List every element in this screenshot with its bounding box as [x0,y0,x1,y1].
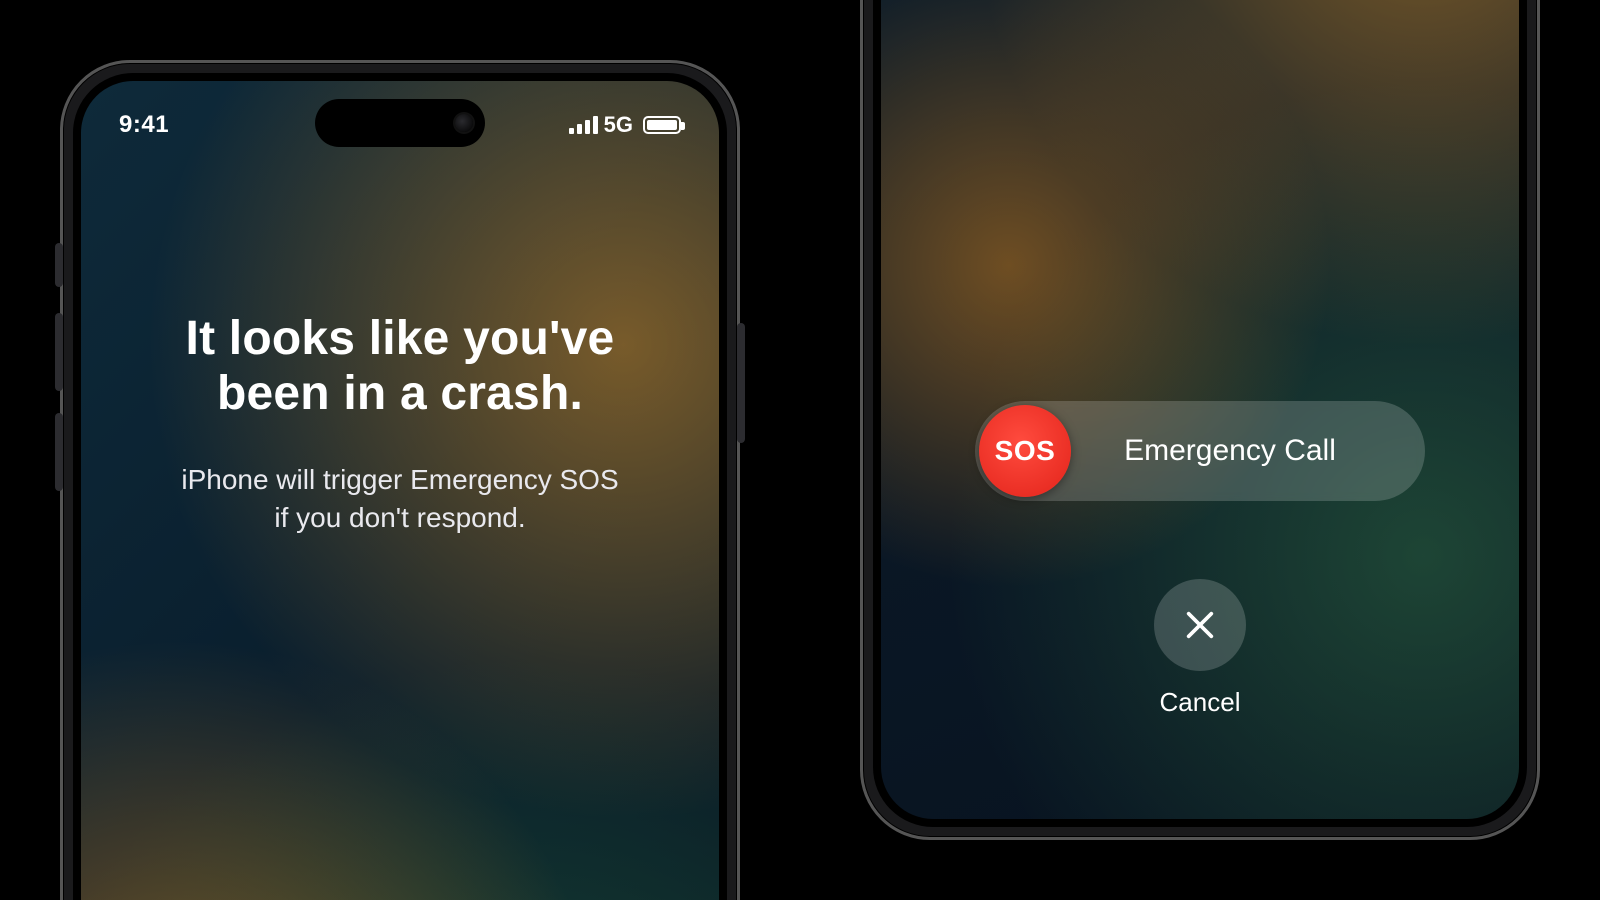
sos-knob-label: SOS [995,435,1056,467]
emergency-call-slider[interactable]: SOS Emergency Call [975,401,1425,501]
cancel-label: Cancel [1160,687,1241,718]
crash-subtext: iPhone will trigger Emergency SOS if you… [81,461,719,537]
battery-full-icon [643,116,681,134]
cancel-button[interactable] [1154,579,1246,671]
sos-knob[interactable]: SOS [979,405,1071,497]
volume-up-button [55,313,63,391]
bezel: SOS Emergency Call Cancel [873,0,1527,827]
crash-heading-line1: It looks like you've [186,312,615,365]
screen: 9:41 5G It looks like you've been in a c… [81,81,719,900]
crash-sub-line1: iPhone will trigger Emergency SOS [181,464,618,495]
screen: SOS Emergency Call Cancel [881,0,1519,819]
mute-switch [55,243,63,287]
crash-sub-line2: if you don't respond. [274,502,525,533]
status-bar: 9:41 5G [81,105,719,145]
iphone-frame-right: SOS Emergency Call Cancel [860,0,1540,840]
status-time: 9:41 [119,111,169,139]
side-button [737,323,745,443]
promo-stage: 9:41 5G It looks like you've been in a c… [0,0,1600,900]
iphone-frame-left: 9:41 5G It looks like you've been in a c… [60,60,740,900]
bezel: 9:41 5G It looks like you've been in a c… [73,73,727,900]
cellular-signal-icon [569,116,598,134]
crash-heading: It looks like you've been in a crash. [81,311,719,421]
emergency-call-label: Emergency Call [1075,434,1425,468]
close-icon [1183,608,1217,642]
crash-heading-line2: been in a crash. [217,367,583,420]
volume-down-button [55,413,63,491]
cancel-group: Cancel [881,579,1519,718]
network-label: 5G [604,112,633,138]
